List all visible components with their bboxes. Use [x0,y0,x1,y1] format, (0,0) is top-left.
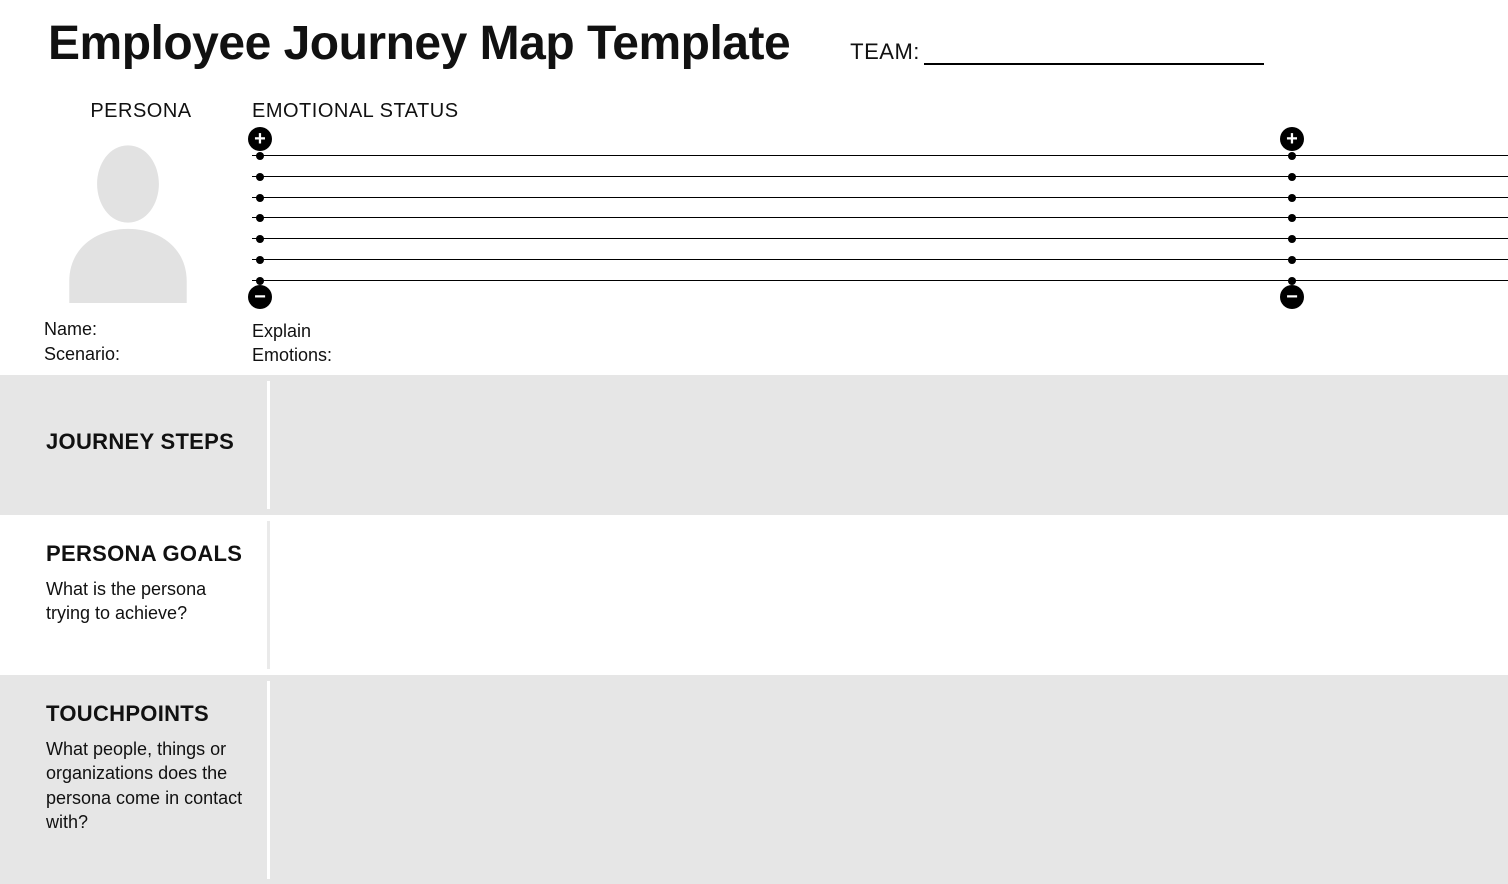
band-touchpoints-title: TOUCHPOINTS [46,701,248,727]
persona-section-label: PERSONA [30,100,252,123]
explain-label-line2: Emotions: [252,345,332,365]
plus-icon: + [1280,127,1304,151]
explain-emotions-field: Explain Emotions: [252,319,1508,368]
band-touchpoints: TOUCHPOINTS What people, things or organ… [0,675,1508,884]
emotional-grid: + + − − [252,133,1508,303]
band-persona-goals-left: PERSONA GOALS What is the persona trying… [0,515,270,675]
persona-scenario-row: Scenario: [44,342,252,367]
band-persona-goals-title: PERSONA GOALS [46,541,248,567]
persona-name-label: Name: [44,319,97,339]
band-persona-goals-content[interactable] [270,515,1508,675]
team-input-line[interactable] [924,43,1264,65]
emotional-section-label: EMOTIONAL STATUS [252,100,1508,123]
persona-scenario-label: Scenario: [44,344,120,364]
minus-icon: − [248,285,272,309]
persona-name-row: Name: [44,317,252,342]
persona-avatar-icon [48,133,208,303]
persona-fields: Name: Scenario: [44,317,252,367]
header: Employee Journey Map Template TEAM: [48,16,1508,71]
band-persona-goals-desc: What is the persona trying to achieve? [46,577,248,626]
page-title: Employee Journey Map Template [48,16,790,71]
emotional-grid-line [252,197,1508,198]
emotional-grid-line [252,238,1508,239]
persona-column: PERSONA Name: Scenario: [0,100,252,370]
bands: JOURNEY STEPS PERSONA GOALS What is the … [0,375,1508,884]
emotional-grid-line [252,280,1508,281]
emotional-grid-line [252,217,1508,218]
page-root: Employee Journey Map Template TEAM: PERS… [0,0,1508,884]
top-grid: PERSONA Name: Scenario: EMOTIONAL STATUS [0,100,1508,370]
team-label: TEAM: [850,39,920,65]
band-journey-steps-content[interactable] [270,375,1508,515]
band-persona-goals: PERSONA GOALS What is the persona trying… [0,515,1508,675]
band-touchpoints-left: TOUCHPOINTS What people, things or organ… [0,675,270,884]
minus-icon: − [1280,285,1304,309]
emotional-grid-lines [252,155,1508,281]
explain-label-line1: Explain [252,319,1508,343]
plus-icon: + [248,127,272,151]
band-touchpoints-desc: What people, things or organizations doe… [46,737,248,834]
emotional-status-column: EMOTIONAL STATUS + + − − Explain Emotion… [252,100,1508,370]
band-touchpoints-content[interactable] [270,675,1508,884]
team-field-wrap: TEAM: [850,39,1264,65]
band-journey-steps: JOURNEY STEPS [0,375,1508,515]
emotional-grid-line [252,155,1508,156]
emotional-grid-line [252,259,1508,260]
emotional-grid-line [252,176,1508,177]
band-journey-steps-left: JOURNEY STEPS [0,375,270,515]
band-journey-steps-title: JOURNEY STEPS [46,429,248,455]
